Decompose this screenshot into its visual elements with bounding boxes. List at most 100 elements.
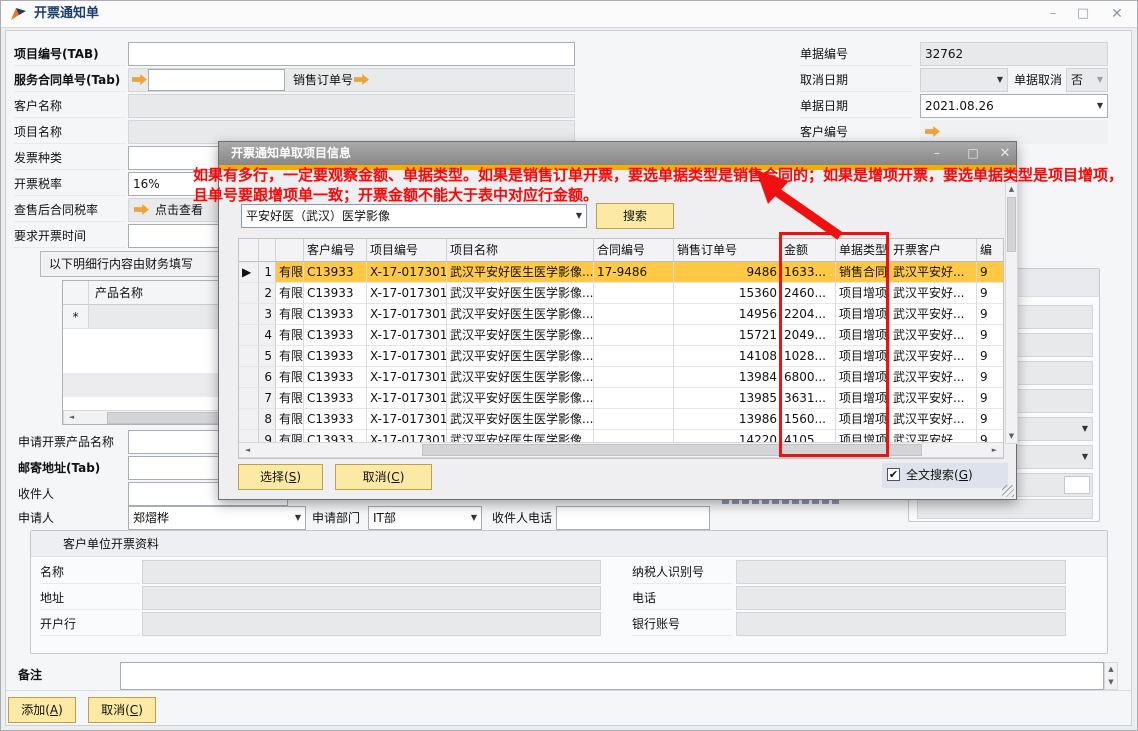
- cell-num: 7: [259, 388, 276, 409]
- scroll-right-icon[interactable]: ►: [988, 444, 1001, 457]
- cell-sales-order: 14956: [674, 304, 781, 325]
- cell-company: 有限公...: [276, 325, 304, 346]
- cell-invoice-customer: 武汉平安好...: [890, 304, 977, 325]
- cell-project-name: 武汉平安好医生医学影像...: [447, 304, 594, 325]
- cell-customer-no: C13933: [304, 388, 367, 409]
- invoice-type-label: 发票种类: [14, 146, 126, 170]
- minimize-icon[interactable]: –: [1040, 4, 1066, 24]
- dialog-title: 开票通知单取项目信息: [231, 142, 351, 165]
- search-button[interactable]: 搜索: [596, 203, 674, 229]
- cell-sales-order: 13984: [674, 367, 781, 388]
- scroll-left-icon[interactable]: ◄: [241, 444, 254, 457]
- scroll-down-icon[interactable]: ▼: [1105, 676, 1117, 689]
- header-cell-customer-no[interactable]: 客户编号: [304, 239, 367, 262]
- dialog-titlebar[interactable]: 开票通知单取项目信息 – □ ✕: [219, 142, 1016, 165]
- fulltext-search-option[interactable]: ✔ 全文搜索(G): [882, 463, 1008, 488]
- addr-label: 地址: [40, 586, 140, 610]
- doc-cancel-label: 单据取消: [1014, 68, 1066, 92]
- finance-subfield[interactable]: [1064, 476, 1090, 494]
- row-indicator-icon: [239, 409, 259, 430]
- chevron-down-icon[interactable]: ▼: [1097, 102, 1103, 110]
- close-icon[interactable]: ✕: [995, 144, 1015, 163]
- header-cell-invoice-customer[interactable]: 开票客户: [890, 239, 977, 262]
- phone-label: 电话: [632, 586, 732, 610]
- window-titlebar[interactable]: 开票通知单 – □ ✕: [0, 0, 1138, 28]
- checkbox-checked-icon[interactable]: ✔: [887, 468, 900, 481]
- scroll-down-icon[interactable]: ▼: [1006, 430, 1017, 443]
- button-label: A: [50, 703, 58, 717]
- chevron-down-icon[interactable]: ▼: [295, 514, 301, 522]
- chevron-down-icon: ▼: [1097, 76, 1103, 84]
- row-header-cell: [63, 281, 89, 305]
- cancel-button[interactable]: 取消(C): [88, 697, 156, 723]
- doc-date-combo[interactable]: 2021.08.26 ▼: [920, 94, 1108, 118]
- cell-invoice-customer: 武汉平安好...: [890, 325, 977, 346]
- label-part: ): [968, 468, 973, 482]
- row-indicator-icon: [239, 346, 259, 367]
- button-label: C: [391, 470, 399, 484]
- cell-contract-no: [594, 283, 674, 304]
- service-contract-label: 服务合同单号(Tab): [14, 68, 126, 92]
- header-cell: [239, 239, 259, 262]
- project-table[interactable]: 客户编号 项目编号 项目名称 合同编号 销售订单号 金额 单据类型 开票客户 编…: [238, 238, 1004, 459]
- service-contract-input[interactable]: [148, 69, 285, 91]
- chevron-down-icon[interactable]: ▼: [576, 212, 582, 220]
- header-cell-project-no[interactable]: 项目编号: [367, 239, 447, 262]
- cell-invoice-customer: 武汉平安好...: [890, 262, 977, 283]
- cell-project-no: X-17-017301: [367, 262, 447, 283]
- remark-input[interactable]: [120, 662, 1104, 690]
- recipient-phone-label: 收件人电话: [492, 506, 556, 530]
- header-label: 客户编号: [307, 243, 355, 257]
- chevron-down-icon[interactable]: ▼: [1082, 453, 1088, 461]
- applicant-combo[interactable]: 郑熠桦 ▼: [128, 506, 306, 530]
- customer-info-header: 客户单位开票资料: [31, 531, 1107, 557]
- cell-company: 有限公...: [276, 304, 304, 325]
- cell-customer-no: C13933: [304, 283, 367, 304]
- chevron-down-icon[interactable]: ▼: [997, 76, 1003, 84]
- scrollbar-thumb[interactable]: [1007, 197, 1016, 252]
- scroll-left-icon[interactable]: ◄: [64, 411, 79, 425]
- remark-label: 备注: [18, 663, 118, 687]
- chevron-down-icon[interactable]: ▼: [471, 514, 477, 522]
- minimize-icon[interactable]: –: [927, 144, 947, 163]
- cell-contract-no: 17-9486: [594, 262, 674, 283]
- project-no-input[interactable]: [128, 42, 575, 66]
- doc-no-label: 单据编号: [800, 42, 912, 66]
- dept-combo[interactable]: IT部 ▼: [368, 506, 482, 530]
- cell-num: 3: [259, 304, 276, 325]
- header-cell-project-name[interactable]: 项目名称: [447, 239, 594, 262]
- dialog-cancel-button[interactable]: 取消(C): [335, 464, 432, 490]
- annotation-rectangle: [779, 232, 889, 457]
- row-indicator-icon: [239, 325, 259, 346]
- cell-sales-order: 15360: [674, 283, 781, 304]
- maximize-icon[interactable]: □: [1070, 4, 1096, 24]
- resize-grip[interactable]: [1002, 485, 1014, 497]
- close-icon[interactable]: ✕: [1104, 4, 1130, 24]
- header-cell-contract-no[interactable]: 合同编号: [594, 239, 674, 262]
- vertical-scrollbar[interactable]: ▲ ▼: [1104, 662, 1118, 690]
- cell-contract-no: [594, 388, 674, 409]
- maximize-icon[interactable]: □: [963, 144, 983, 163]
- add-button[interactable]: 添加(A): [8, 697, 76, 723]
- doc-cancel-combo[interactable]: 否 ▼: [1066, 68, 1108, 92]
- select-button[interactable]: 选择(S): [238, 464, 323, 490]
- doc-no-field: 32762: [920, 42, 1108, 66]
- cell-project-no: X-17-017301: [367, 325, 447, 346]
- cell-num: 4: [259, 325, 276, 346]
- scroll-up-icon[interactable]: ▲: [1105, 663, 1117, 676]
- chevron-down-icon[interactable]: ▼: [1082, 425, 1088, 433]
- cell-invoice-customer: 武汉平安好...: [890, 283, 977, 304]
- dept-value: IT部: [373, 511, 396, 525]
- project-search-combo[interactable]: 平安好医（武汉）医学影像 ▼: [241, 204, 587, 228]
- cancel-date-combo[interactable]: ▼: [920, 68, 1008, 92]
- project-name-label: 项目名称: [14, 120, 126, 144]
- cell-company: 有限公...: [276, 262, 304, 283]
- account-label: 银行账号: [632, 612, 732, 636]
- cell-customer-no: C13933: [304, 367, 367, 388]
- cell-project-name: 武汉平安好医生医学影像...: [447, 388, 594, 409]
- cell-num: 2: [259, 283, 276, 304]
- cell-company: 有限公...: [276, 409, 304, 430]
- vertical-scrollbar[interactable]: ▲ ▼: [1005, 182, 1018, 444]
- recipient-phone-input[interactable]: [556, 506, 710, 530]
- header-cell-extra[interactable]: 编: [977, 239, 1004, 262]
